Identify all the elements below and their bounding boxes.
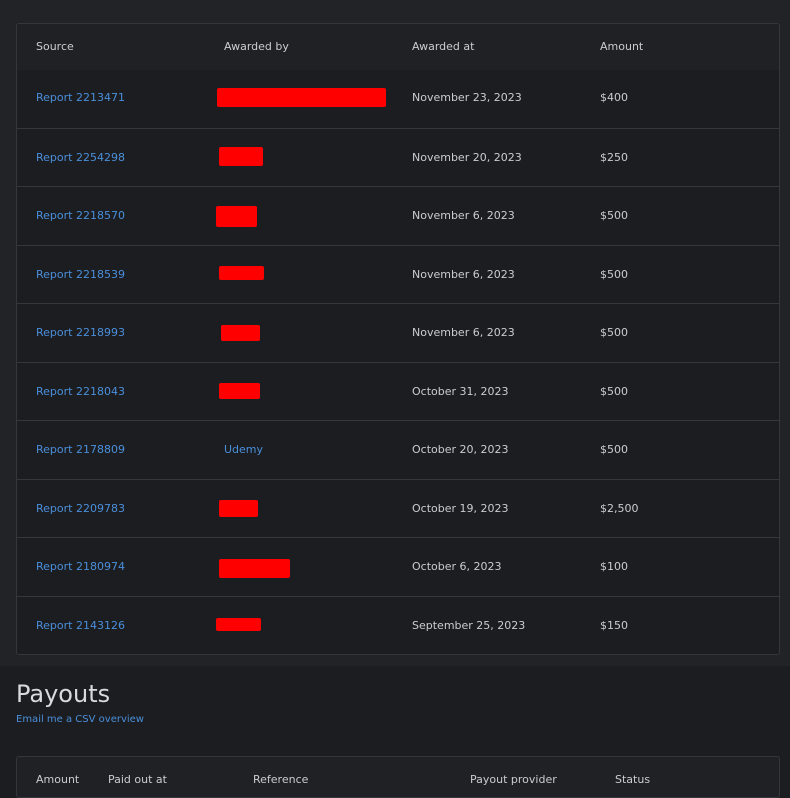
awarded-at: October 6, 2023 — [412, 560, 502, 573]
payouts-column-amount[interactable]: Amount — [36, 773, 79, 786]
awarded-at: November 20, 2023 — [412, 151, 522, 164]
awarded-at: October 19, 2023 — [412, 502, 509, 515]
report-link[interactable]: Report 2254298 — [36, 151, 125, 165]
table-row: Report 2218570 November 6, 2023 $500 — [17, 186, 779, 245]
awarded-at: October 20, 2023 — [412, 443, 509, 456]
amount: $500 — [600, 385, 628, 398]
table-row: Report 2218993 November 6, 2023 $500 — [17, 303, 779, 362]
redaction-box — [219, 266, 264, 280]
report-link[interactable]: Report 2218993 — [36, 326, 125, 340]
column-header-awarded-at[interactable]: Awarded at — [412, 40, 474, 53]
awarded-at: November 6, 2023 — [412, 326, 515, 339]
table-row: Report 2209783 October 19, 2023 $2,500 — [17, 479, 779, 538]
report-link[interactable]: Report 2218570 — [36, 209, 125, 223]
report-link[interactable]: Report 2143126 — [36, 619, 125, 633]
redaction-box — [216, 618, 261, 631]
report-link[interactable]: Report 2218043 — [36, 385, 125, 399]
report-link[interactable]: Report 2178809 — [36, 443, 125, 457]
awarded-at: November 6, 2023 — [412, 268, 515, 281]
report-link[interactable]: Report 2209783 — [36, 502, 125, 516]
table-row: Report 2178809 Udemy October 20, 2023 $500 — [17, 420, 779, 479]
amount: $100 — [600, 560, 628, 573]
amount: $500 — [600, 326, 628, 339]
payouts-title: Payouts — [16, 680, 111, 708]
table-row: Report 2213471 November 23, 2023 $400 — [17, 69, 779, 127]
column-header-amount[interactable]: Amount — [600, 40, 643, 53]
report-link[interactable]: Report 2180974 — [36, 560, 125, 574]
amount: $500 — [600, 268, 628, 281]
awarded-by-link[interactable]: Udemy — [224, 443, 263, 457]
redaction-box — [221, 325, 260, 341]
table-row: Report 2218043 October 31, 2023 $500 — [17, 362, 779, 421]
report-link[interactable]: Report 2213471 — [36, 91, 125, 105]
redaction-box — [217, 88, 386, 107]
awarded-at: November 6, 2023 — [412, 209, 515, 222]
table-row: Report 2254298 November 20, 2023 $250 — [17, 128, 779, 187]
column-header-awarded-by[interactable]: Awarded by — [224, 40, 289, 53]
column-header-source[interactable]: Source — [36, 40, 74, 53]
table-row: Report 2180974 October 6, 2023 $100 — [17, 537, 779, 596]
payouts-column-status[interactable]: Status — [615, 773, 650, 786]
awards-table: Source Awarded by Awarded at Amount Repo… — [16, 23, 780, 655]
amount: $500 — [600, 443, 628, 456]
awarded-at: November 23, 2023 — [412, 91, 522, 104]
payouts-column-payout-provider[interactable]: Payout provider — [470, 773, 557, 786]
redaction-box — [219, 500, 258, 517]
table-row: Report 2143126 September 25, 2023 $150 — [17, 596, 779, 654]
awarded-at: October 31, 2023 — [412, 385, 509, 398]
redaction-box — [219, 383, 260, 399]
amount: $500 — [600, 209, 628, 222]
payouts-column-paid-out-at[interactable]: Paid out at — [108, 773, 167, 786]
amount: $400 — [600, 91, 628, 104]
report-link[interactable]: Report 2218539 — [36, 268, 125, 282]
awards-table-header: Source Awarded by Awarded at Amount — [17, 24, 779, 70]
table-row: Report 2218539 November 6, 2023 $500 — [17, 245, 779, 304]
amount: $150 — [600, 619, 628, 632]
amount: $250 — [600, 151, 628, 164]
redaction-box — [216, 206, 257, 227]
redaction-box — [219, 147, 263, 166]
payouts-column-reference[interactable]: Reference — [253, 773, 308, 786]
redaction-box — [219, 559, 290, 578]
payouts-table: Amount Paid out at Reference Payout prov… — [16, 756, 780, 798]
email-csv-link[interactable]: Email me a CSV overview — [16, 714, 144, 725]
awarded-at: September 25, 2023 — [412, 619, 526, 632]
amount: $2,500 — [600, 502, 639, 515]
